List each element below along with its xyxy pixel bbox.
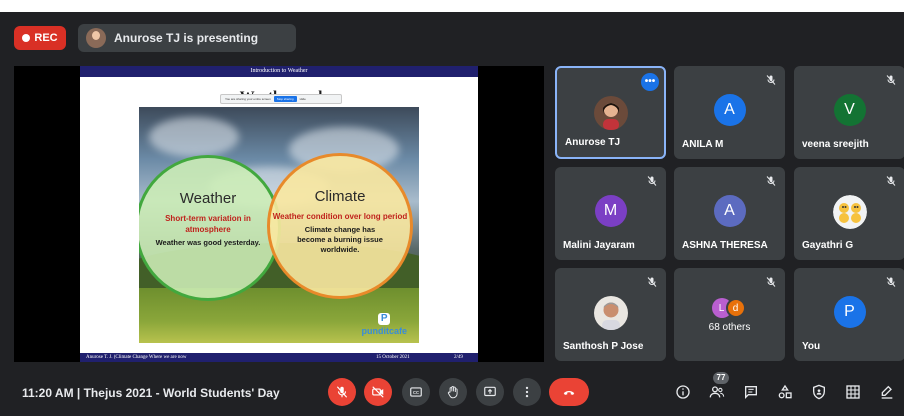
people-icon bbox=[709, 386, 725, 398]
slide-header: Introduction to Weather bbox=[80, 66, 478, 77]
participant-tile-others[interactable]: L d 68 others bbox=[674, 268, 785, 361]
participant-name: Gayathri G bbox=[802, 240, 854, 251]
hand-icon bbox=[447, 385, 458, 399]
others-count-label: 68 others bbox=[708, 322, 751, 333]
avatar: d bbox=[725, 298, 746, 318]
mic-off-icon bbox=[763, 274, 779, 290]
mic-off-icon bbox=[336, 386, 348, 398]
climate-example: Climate change has become a burning issu… bbox=[297, 225, 383, 254]
participant-tile-ashna[interactable]: A ASHNA THERESA bbox=[674, 167, 785, 260]
participant-tile-gayathri[interactable]: Gayathri G bbox=[794, 167, 904, 260]
participant-tile-malini[interactable]: M Malini Jayaram bbox=[555, 167, 666, 260]
chat-button[interactable] bbox=[737, 378, 765, 406]
participant-photo bbox=[593, 96, 628, 130]
meeting-info: 11:20 AM | Thejus 2021 - World Students'… bbox=[22, 386, 280, 400]
participant-tile-santhosh[interactable]: Santhosh P Jose bbox=[555, 268, 666, 361]
slide-footer: Anurose T. J. (Climate Change Where we a… bbox=[80, 353, 478, 362]
pen-icon bbox=[881, 385, 893, 399]
svg-text:CC: CC bbox=[413, 390, 419, 395]
participant-photo bbox=[593, 296, 628, 330]
raise-hand-button[interactable] bbox=[439, 378, 467, 406]
recording-badge: REC bbox=[14, 26, 66, 50]
weather-circle: Weather Short-term variation in atmosphe… bbox=[139, 155, 281, 301]
participant-tile-you[interactable]: P You bbox=[794, 268, 904, 361]
hang-up-icon bbox=[563, 390, 575, 395]
participant-avatar: A bbox=[713, 94, 746, 126]
grid-icon bbox=[846, 385, 860, 399]
bottom-bar: 11:20 AM | Thejus 2021 - World Students'… bbox=[0, 368, 904, 416]
chat-icon bbox=[745, 386, 757, 399]
mic-off-icon bbox=[883, 274, 899, 290]
participant-name: Santhosh P Jose bbox=[563, 341, 644, 352]
participant-tile-anila[interactable]: A ANILA M bbox=[674, 66, 785, 159]
info-icon bbox=[676, 385, 690, 399]
screen-share-bar[interactable]: You are sharing your entire screen Stop … bbox=[220, 94, 342, 104]
meet-window: REC Anurose TJ is presenting Introductio… bbox=[0, 12, 904, 416]
participant-name: You bbox=[802, 341, 821, 352]
layout-grid-button[interactable] bbox=[839, 378, 867, 406]
participant-tile-anurose[interactable]: ••• Anurose TJ bbox=[555, 66, 666, 159]
footer-author: Anurose T. J. (Climate Change Where we a… bbox=[86, 355, 187, 360]
climate-definition: Weather condition over long period bbox=[272, 212, 408, 221]
presenting-indicator[interactable]: Anurose TJ is presenting bbox=[78, 24, 296, 52]
participant-avatar: V bbox=[833, 94, 866, 126]
presenting-text: Anurose TJ is presenting bbox=[114, 31, 259, 45]
more-options-icon[interactable]: ••• bbox=[641, 73, 659, 91]
mic-off-icon bbox=[644, 274, 660, 290]
present-icon bbox=[484, 386, 496, 397]
activities-button[interactable] bbox=[771, 378, 799, 406]
weather-title: Weather bbox=[179, 190, 237, 207]
logo-text: punditcafe bbox=[361, 326, 407, 336]
mic-off-icon bbox=[644, 173, 660, 189]
weather-definition: Short-term variation in atmosphere bbox=[165, 214, 251, 234]
activities-icon bbox=[778, 384, 792, 399]
presenter-avatar bbox=[86, 28, 106, 48]
participant-name: Anurose TJ bbox=[565, 137, 621, 148]
shared-slide: Introduction to Weather Weather and clim… bbox=[80, 66, 478, 362]
participant-tile-veena[interactable]: V veena sreejith bbox=[794, 66, 904, 159]
stop-sharing-button[interactable]: Stop sharing bbox=[273, 96, 297, 102]
camera-toggle-button[interactable] bbox=[364, 378, 392, 406]
climate-title: Climate bbox=[314, 188, 366, 205]
shield-icon bbox=[813, 384, 825, 400]
present-now-button[interactable] bbox=[476, 378, 504, 406]
participant-name: ANILA M bbox=[682, 139, 724, 150]
participant-name: ASHNA THERESA bbox=[682, 240, 768, 251]
share-bar-text: You are sharing your entire screen bbox=[225, 97, 271, 101]
captions-button[interactable]: CC bbox=[402, 378, 430, 406]
punditcafe-logo: P punditcafe bbox=[361, 313, 407, 336]
mic-off-icon bbox=[883, 72, 899, 88]
mic-off-icon bbox=[763, 173, 779, 189]
weather-example: Weather was good yesterday. bbox=[155, 238, 261, 247]
slide-landscape-image: Weather Short-term variation in atmosphe… bbox=[139, 107, 419, 343]
participant-emoji-avatar bbox=[832, 195, 867, 229]
others-avatars: L d bbox=[711, 298, 748, 318]
leave-call-button[interactable] bbox=[549, 378, 589, 406]
record-dot-icon bbox=[22, 34, 31, 42]
hide-button[interactable]: Hide bbox=[300, 97, 306, 101]
meeting-details-button[interactable] bbox=[669, 378, 697, 406]
mic-off-icon bbox=[763, 72, 779, 88]
more-vert-icon bbox=[525, 386, 529, 398]
participant-avatar: M bbox=[594, 195, 627, 227]
extension-button[interactable] bbox=[873, 378, 901, 406]
presentation-stage: Introduction to Weather Weather and clim… bbox=[14, 66, 544, 362]
participant-avatar: P bbox=[833, 296, 866, 328]
participant-name: Malini Jayaram bbox=[563, 240, 635, 251]
rec-label: REC bbox=[34, 32, 58, 44]
top-bar: REC Anurose TJ is presenting bbox=[0, 12, 904, 62]
camera-off-icon bbox=[372, 386, 384, 398]
climate-circle: Climate Weather condition over long peri… bbox=[267, 153, 413, 299]
captions-icon: CC bbox=[410, 387, 422, 397]
people-button[interactable]: 77 bbox=[703, 372, 731, 406]
more-options-button[interactable] bbox=[513, 378, 541, 406]
people-count-badge: 77 bbox=[713, 372, 729, 384]
mic-toggle-button[interactable] bbox=[328, 378, 356, 406]
participant-name: veena sreejith bbox=[802, 139, 869, 150]
participant-avatar: A bbox=[713, 195, 746, 227]
host-controls-button[interactable] bbox=[805, 378, 833, 406]
mic-off-icon bbox=[883, 173, 899, 189]
footer-date: 15 October 2021 bbox=[376, 355, 410, 360]
footer-page: 2/49 bbox=[454, 355, 463, 360]
